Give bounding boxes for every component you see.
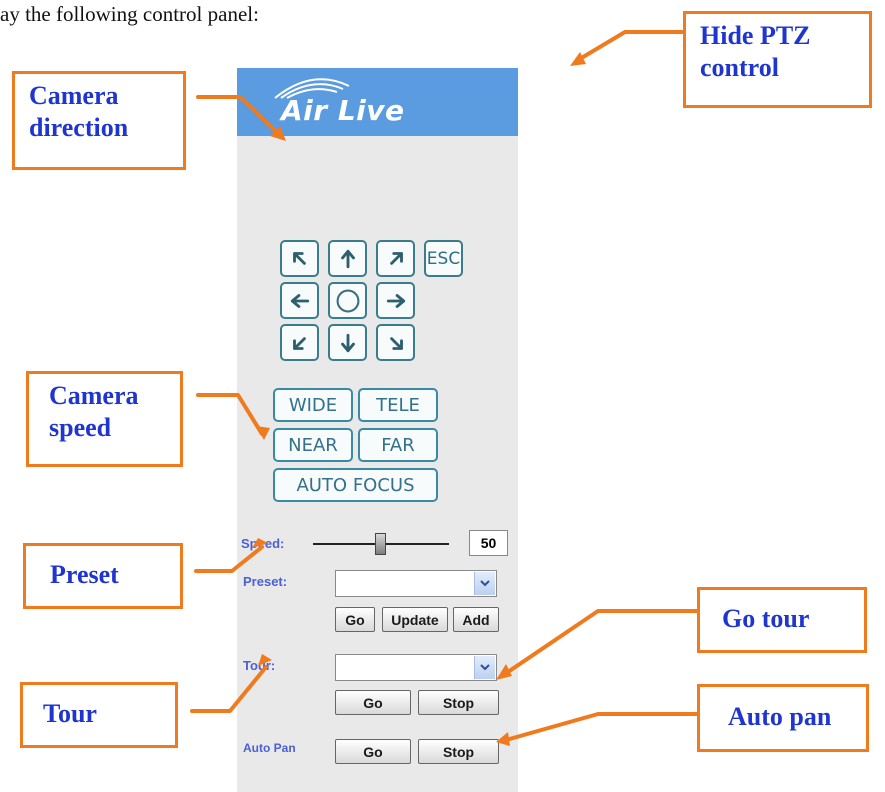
callout-camera-direction: Camera direction	[12, 71, 186, 170]
callout-preset: Preset	[23, 543, 183, 609]
callout-camera-speed: Camera speed	[26, 371, 183, 467]
callout-hide-ptz: Hide PTZ control	[683, 11, 872, 108]
callout-tour: Tour	[20, 682, 178, 748]
callout-auto-pan: Auto pan	[697, 684, 869, 752]
callout-go-tour: Go tour	[697, 587, 867, 653]
